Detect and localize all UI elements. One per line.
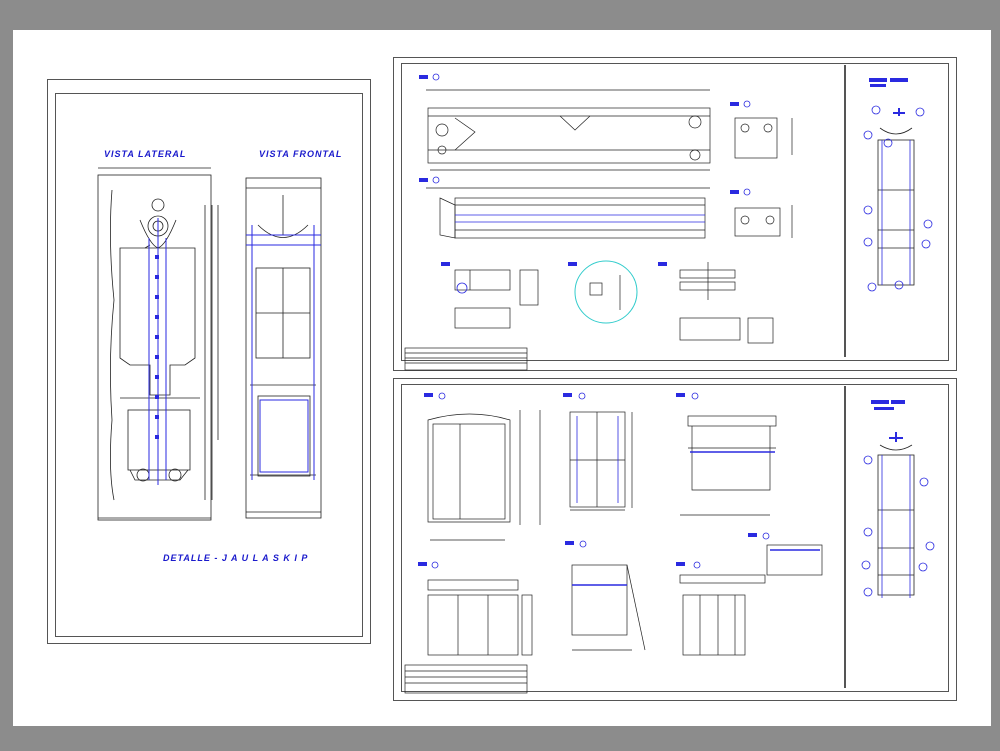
right-bottom-sheet-drawings [404,392,935,694]
